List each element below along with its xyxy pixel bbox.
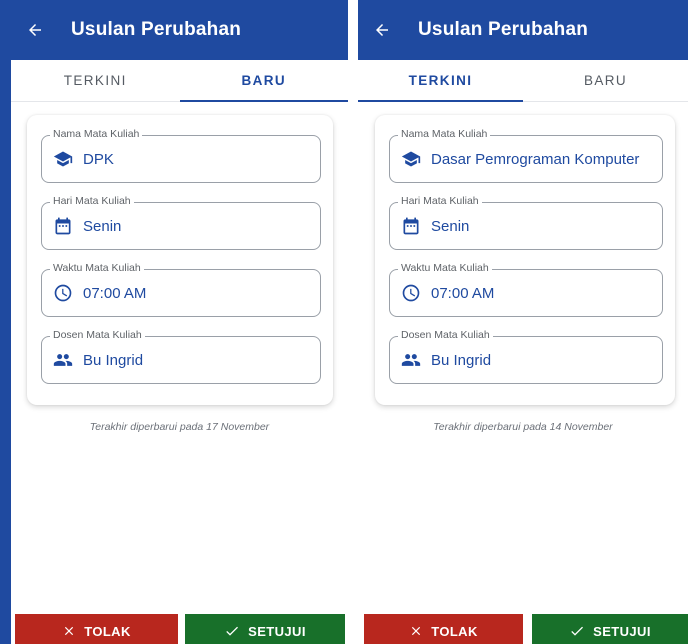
page-title: Usulan Perubahan bbox=[418, 19, 589, 40]
course-time-field[interactable]: Waktu Mata Kuliah 07:00 AM bbox=[41, 262, 321, 317]
back-button[interactable] bbox=[11, 21, 59, 39]
course-time-value: 07:00 AM bbox=[431, 284, 495, 302]
tab-latest[interactable]: TERKINI bbox=[11, 60, 180, 101]
course-name-value: Dasar Pemrograman Komputer bbox=[431, 150, 640, 168]
graduation-cap-icon bbox=[53, 149, 73, 169]
arrow-left-icon bbox=[376, 24, 388, 36]
course-time-value: 07:00 AM bbox=[83, 284, 147, 302]
proposal-screen-latest: Usulan Perubahan TERKINI BARU Nama Mata … bbox=[358, 0, 688, 644]
people-icon bbox=[401, 350, 421, 370]
course-name-field[interactable]: Nama Mata Kuliah DPK bbox=[41, 128, 321, 183]
reject-label: TOLAK bbox=[431, 623, 478, 639]
proposal-screen-new: Usulan Perubahan TERKINI BARU Nama Mata … bbox=[11, 0, 348, 644]
course-day-field[interactable]: Hari Mata Kuliah Senin bbox=[41, 195, 321, 250]
panel-gap bbox=[348, 0, 358, 644]
close-icon bbox=[412, 626, 421, 636]
tab-bar: TERKINI BARU bbox=[11, 60, 348, 102]
arrow-left-icon bbox=[29, 24, 41, 36]
course-time-field[interactable]: Waktu Mata Kuliah 07:00 AM bbox=[389, 262, 663, 317]
check-icon bbox=[226, 626, 239, 636]
course-lecturer-field[interactable]: Dosen Mata Kuliah Bu Ingrid bbox=[41, 329, 321, 384]
back-button[interactable] bbox=[358, 21, 406, 39]
course-lecturer-value: Bu Ingrid bbox=[431, 351, 492, 369]
course-day-value: Senin bbox=[83, 217, 122, 235]
close-icon bbox=[65, 626, 74, 636]
clock-icon bbox=[401, 283, 421, 303]
last-updated-text: Terakhir diperbarui pada 17 November bbox=[89, 421, 270, 433]
approve-button[interactable]: SETUJUI bbox=[185, 614, 345, 644]
page-title: Usulan Perubahan bbox=[71, 19, 242, 40]
last-updated-text: Terakhir diperbarui pada 14 November bbox=[433, 421, 613, 433]
reject-button[interactable]: TOLAK bbox=[364, 614, 523, 644]
course-day-field[interactable]: Hari Mata Kuliah Senin bbox=[389, 195, 663, 250]
tab-new[interactable]: BARU bbox=[523, 60, 688, 101]
calendar-icon bbox=[53, 216, 73, 236]
graduation-cap-icon bbox=[401, 149, 421, 169]
left-edge-border bbox=[0, 0, 11, 644]
tab-new[interactable]: BARU bbox=[179, 60, 349, 102]
approve-button[interactable]: SETUJUI bbox=[532, 614, 688, 644]
tab-bar: TERKINI BARU bbox=[358, 60, 688, 102]
course-lecturer-value: Bu Ingrid bbox=[83, 351, 144, 369]
calendar-icon bbox=[401, 216, 421, 236]
app-bar: Usulan Perubahan bbox=[358, 0, 688, 60]
course-name-field[interactable]: Nama Mata Kuliah Dasar Pemrograman Kompu… bbox=[389, 128, 663, 183]
people-icon bbox=[53, 350, 73, 370]
reject-button[interactable]: TOLAK bbox=[15, 614, 178, 644]
course-name-value: DPK bbox=[83, 150, 114, 168]
course-detail-card: Nama Mata Kuliah DPK Hari Mata Kuliah Se… bbox=[27, 115, 333, 405]
check-icon bbox=[571, 626, 584, 636]
app-bar: Usulan Perubahan bbox=[11, 0, 348, 60]
reject-label: TOLAK bbox=[84, 623, 131, 639]
approve-label: SETUJUI bbox=[593, 623, 651, 639]
approve-label: SETUJUI bbox=[248, 623, 306, 639]
course-detail-card: Nama Mata Kuliah Dasar Pemrograman Kompu… bbox=[375, 115, 675, 405]
tab-latest[interactable]: TERKINI bbox=[358, 60, 523, 102]
course-day-value: Senin bbox=[431, 217, 470, 235]
clock-icon bbox=[53, 283, 73, 303]
course-lecturer-field[interactable]: Dosen Mata Kuliah Bu Ingrid bbox=[389, 329, 663, 384]
